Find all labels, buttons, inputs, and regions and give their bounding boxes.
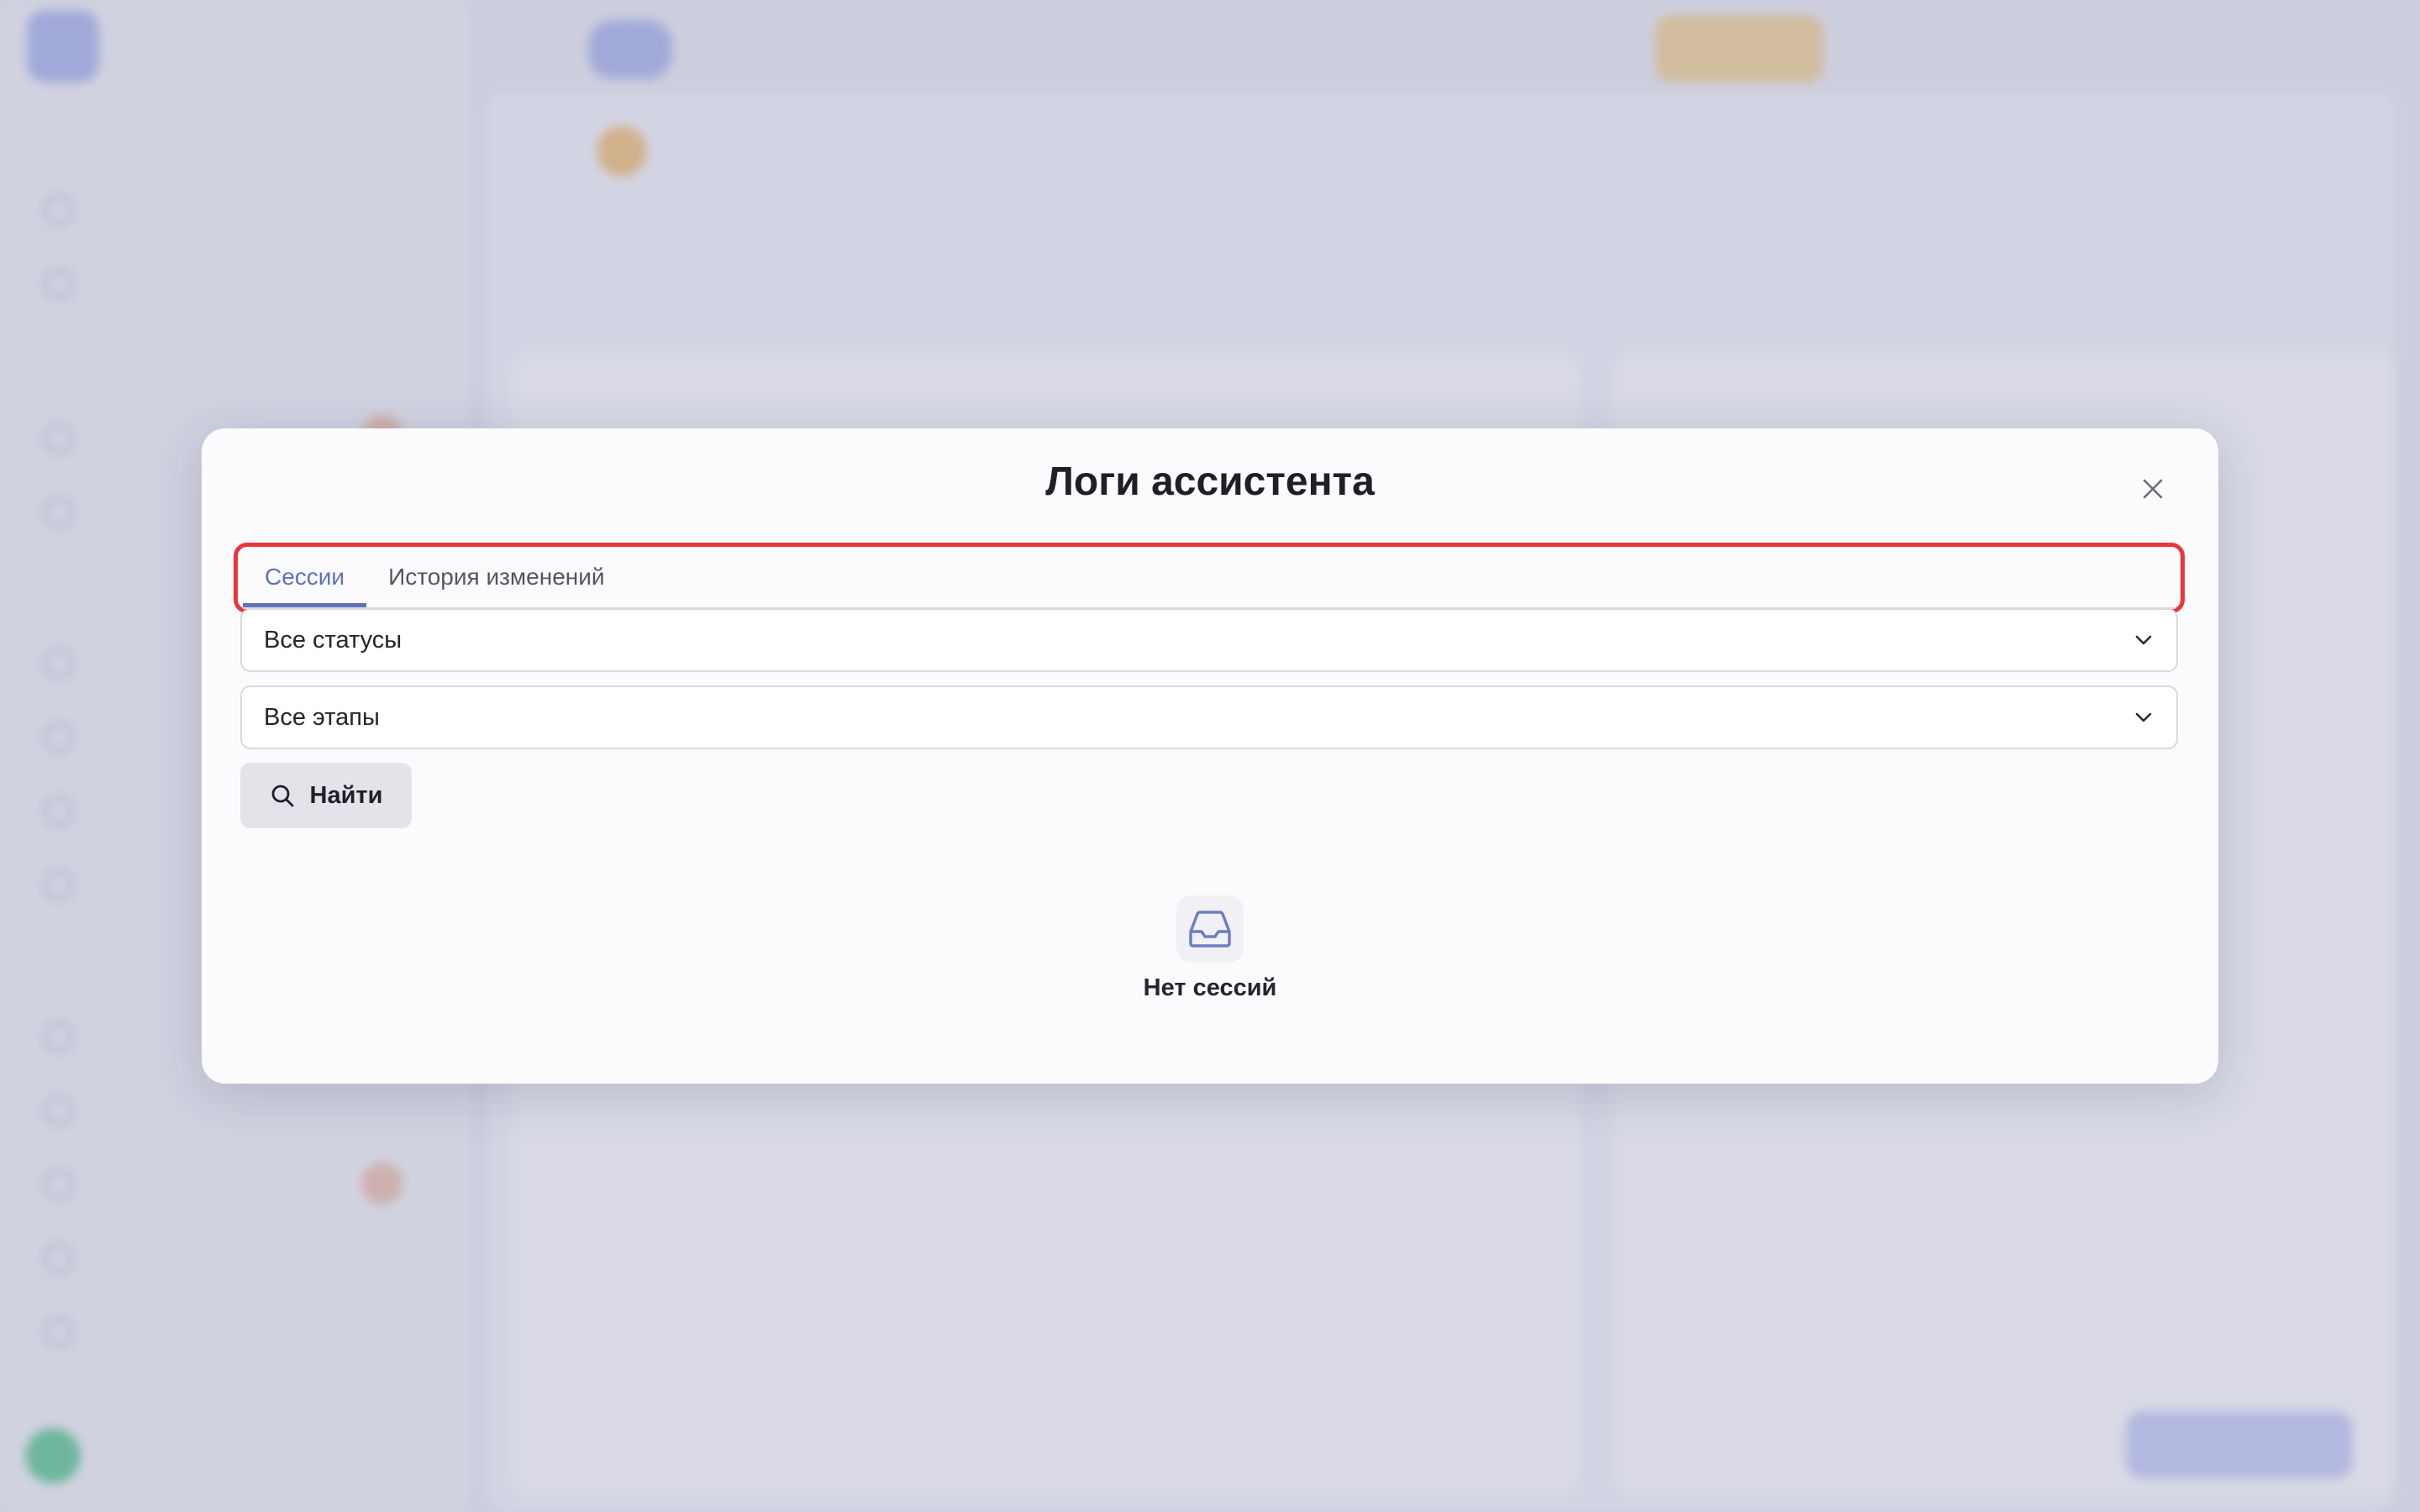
search-icon <box>271 785 293 807</box>
tab-change-history[interactable]: История изменений <box>366 547 626 607</box>
tab-bar: Сессии История изменений <box>243 547 2175 609</box>
inbox-icon <box>1189 911 1231 948</box>
close-icon <box>2143 479 2163 499</box>
chevron-down-icon <box>2135 635 2152 645</box>
status-filter-select[interactable]: Все статусы <box>240 608 2178 672</box>
stage-filter-select[interactable]: Все этапы <box>240 685 2178 749</box>
tabs-highlight: Сессии История изменений <box>234 543 2185 613</box>
status-filter-value: Все статусы <box>264 626 402 654</box>
modal-title: Логи ассистента <box>1045 459 1375 504</box>
search-button[interactable]: Найти <box>240 763 412 828</box>
tab-sessions[interactable]: Сессии <box>243 547 367 607</box>
empty-state-text: Нет сессий <box>1143 974 1277 1001</box>
assistant-logs-modal: Логи ассистента Сессии История изменений… <box>202 428 2218 1084</box>
stage-filter-value: Все этапы <box>264 703 380 731</box>
search-button-label: Найти <box>309 781 383 809</box>
close-button[interactable] <box>2134 470 2171 507</box>
chevron-down-icon <box>2135 712 2152 722</box>
empty-state-icon-wrap <box>1176 895 1244 963</box>
